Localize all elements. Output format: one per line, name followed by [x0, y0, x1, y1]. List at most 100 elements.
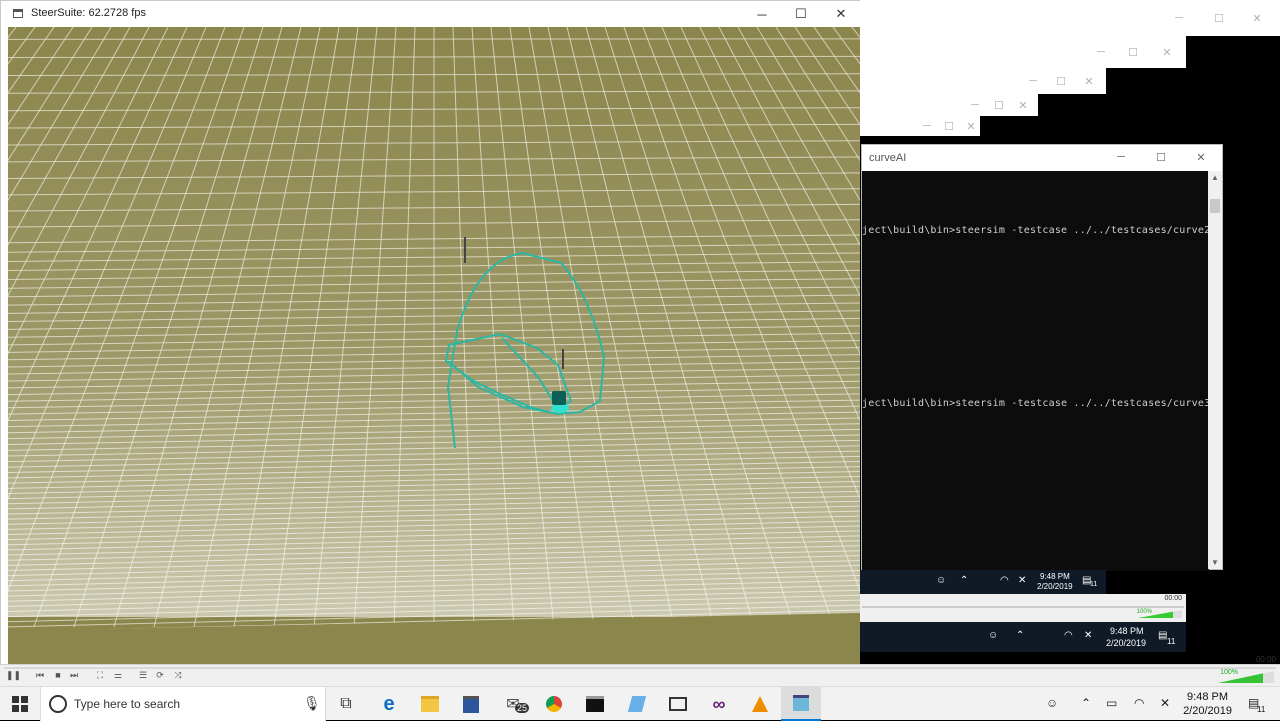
previous-icon[interactable]: ⏮: [34, 670, 46, 681]
chrome-button[interactable]: [534, 687, 574, 721]
volume-label: 100%: [1220, 669, 1238, 676]
close-icon[interactable]: ✕: [1006, 94, 1040, 116]
chevron-up-icon[interactable]: ⌃: [960, 575, 968, 586]
seek-bar[interactable]: [4, 667, 1276, 669]
clock-time: 9:48 PM: [1183, 690, 1232, 704]
edge-button[interactable]: e: [369, 687, 409, 721]
visual-studio-icon: ∞: [713, 694, 726, 715]
close-icon[interactable]: ✕: [1150, 36, 1184, 68]
media-controls: ❚❚ ⏮ ■ ⏭ ⛶ ⚌ ☰ ⟳ ⤨ 00:00 100%: [0, 664, 1280, 686]
app-icon: [13, 9, 23, 18]
windows-logo-icon: [12, 696, 28, 712]
minimize-icon[interactable]: ─: [1104, 145, 1138, 169]
chrome-icon: [546, 696, 562, 712]
scroll-down-icon[interactable]: ▼: [1211, 558, 1219, 567]
console-line: ject\build\bin>steersim -testcase ../../…: [862, 225, 1223, 236]
chevron-up-icon[interactable]: ⌃: [1016, 630, 1024, 641]
file-explorer-button[interactable]: [410, 687, 450, 721]
nested-clock-time[interactable]: 9:48 PM: [1110, 626, 1144, 636]
title-bar[interactable]: SteerSuite: 62.2728 fps ─ ☐ ✕: [1, 1, 861, 27]
nested-taskbar-2: ☺ ⌃ ◠ ✕ 9:48 PM 2/20/2019 ▤ 11: [860, 622, 1186, 652]
shuffle-icon[interactable]: ⤨: [172, 670, 184, 681]
mail-button[interactable]: ✉ 25: [493, 687, 533, 721]
close-button[interactable]: ✕: [821, 1, 861, 27]
store-icon: [463, 696, 479, 713]
loop-icon[interactable]: ⟳: [154, 670, 166, 681]
scroll-thumb[interactable]: [1210, 199, 1220, 213]
ground-grid: [8, 27, 860, 667]
people-icon[interactable]: ☺: [1046, 696, 1058, 710]
microphone-icon[interactable]: 🎙: [303, 695, 321, 712]
task-view-button[interactable]: ⧉: [326, 687, 366, 721]
notification-badge: 11: [1257, 705, 1265, 714]
vlc-button[interactable]: [740, 687, 780, 721]
console-output[interactable]: ject\build\bin>steersim -testcase ../../…: [862, 171, 1209, 571]
chevron-up-icon[interactable]: ⌃: [1081, 696, 1091, 710]
simulation-viewport[interactable]: [8, 27, 860, 667]
photos-button[interactable]: [658, 687, 698, 721]
clock-date: 2/20/2019: [1183, 704, 1232, 718]
search-placeholder: Type here to search: [74, 697, 180, 711]
maximize-icon[interactable]: ☐: [1202, 0, 1236, 36]
playlist-icon[interactable]: ☰: [137, 670, 149, 681]
maximize-icon[interactable]: ☐: [1116, 36, 1150, 68]
notification-badge: 11: [1167, 637, 1175, 646]
nested-clock-time[interactable]: 9:48 PM: [1040, 572, 1070, 581]
people-icon[interactable]: ☺: [988, 630, 998, 641]
mail-badge: 25: [515, 703, 529, 713]
steersuite-taskbar-button[interactable]: [781, 687, 821, 721]
pause-icon[interactable]: ❚❚: [6, 670, 18, 681]
console-title: curveAI: [869, 152, 906, 164]
nested-player-time: 00:00: [1164, 595, 1182, 602]
vlc-icon: [752, 696, 768, 712]
mute-icon[interactable]: ✕: [1018, 575, 1026, 586]
nested-taskbar-1: ☺ ⌃ ◠ ✕ 9:48 PM 2/20/2019 ▤ 11: [860, 570, 1106, 594]
background-window-2: ─ ☐ ✕: [860, 36, 1186, 68]
start-button[interactable]: [0, 687, 40, 721]
paint-icon: [628, 696, 646, 712]
visual-studio-button[interactable]: ∞: [699, 687, 739, 721]
minimize-button[interactable]: ─: [742, 1, 782, 27]
store-button[interactable]: [451, 687, 491, 721]
minimize-icon[interactable]: ─: [1162, 0, 1196, 36]
paint3d-button[interactable]: [617, 687, 657, 721]
agent-body: [552, 391, 566, 405]
next-icon[interactable]: ⏭: [68, 670, 80, 681]
nested-clock-date[interactable]: 2/20/2019: [1106, 638, 1146, 648]
nested-player-bar: 00:00 100%: [860, 594, 1186, 622]
minimize-icon[interactable]: ─: [1084, 36, 1118, 68]
fullscreen-icon[interactable]: ⛶: [94, 670, 106, 681]
task-view-icon: ⧉: [340, 695, 351, 713]
people-icon[interactable]: ☺: [936, 575, 946, 586]
maximize-icon[interactable]: ☐: [1144, 145, 1178, 169]
wifi-icon[interactable]: ◠: [1134, 696, 1144, 710]
clock[interactable]: 9:48 PM 2/20/2019: [1183, 690, 1232, 718]
close-icon[interactable]: ✕: [1184, 145, 1218, 169]
nested-clock-date[interactable]: 2/20/2019: [1037, 582, 1073, 591]
maximize-button[interactable]: ☐: [781, 1, 821, 27]
nested-seek-bar[interactable]: [862, 606, 1184, 608]
mute-icon[interactable]: ✕: [1084, 630, 1092, 641]
battery-icon[interactable]: ▭: [1106, 696, 1117, 710]
photos-icon: [669, 697, 687, 711]
stop-icon[interactable]: ■: [52, 670, 64, 681]
close-icon[interactable]: ✕: [1072, 68, 1106, 94]
command-prompt-button[interactable]: [575, 687, 615, 721]
volume-mute-icon[interactable]: ✕: [1160, 696, 1170, 710]
scroll-up-icon[interactable]: ▲: [1211, 173, 1219, 182]
network-icon[interactable]: ◠: [1064, 630, 1073, 641]
window-app-icon: [793, 695, 809, 711]
console-window: curveAI ─ ☐ ✕ ject\build\bin>steersim -t…: [861, 144, 1223, 570]
playback-time: 00:00: [1256, 655, 1276, 664]
close-icon[interactable]: ✕: [954, 116, 988, 136]
terminal-icon: [586, 696, 604, 712]
extended-settings-icon[interactable]: ⚌: [112, 670, 124, 681]
steersuite-window: SteerSuite: 62.2728 fps ─ ☐ ✕: [0, 0, 860, 666]
background-window-3: ─ ☐ ✕: [860, 68, 1106, 94]
close-icon[interactable]: ✕: [1240, 0, 1274, 36]
network-icon[interactable]: ◠: [1000, 575, 1009, 586]
background-window-1: ─ ☐ ✕: [860, 0, 1280, 36]
search-box[interactable]: Type here to search 🎙: [40, 687, 326, 721]
console-scrollbar[interactable]: ▲ ▼: [1208, 171, 1222, 569]
nested-volume-label: 100%: [1137, 609, 1152, 615]
